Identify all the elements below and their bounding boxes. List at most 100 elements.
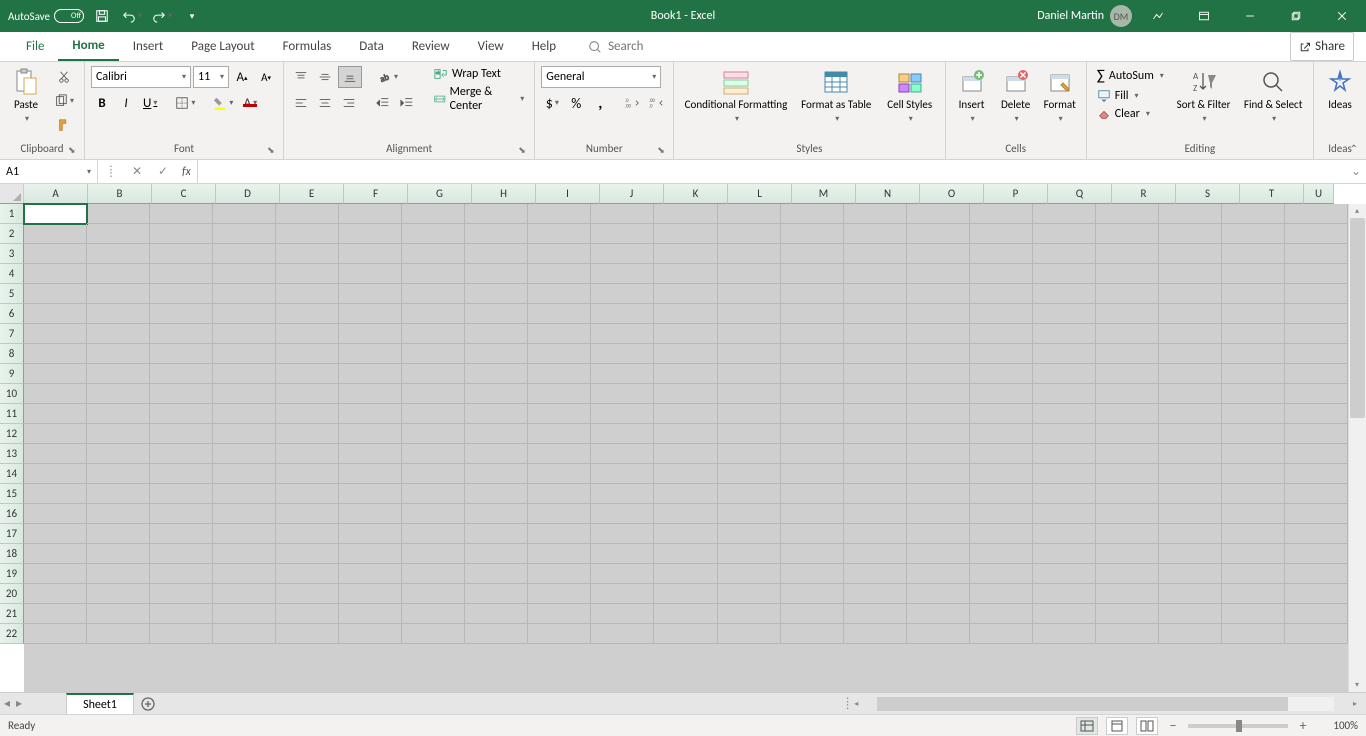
cell-S11[interactable] [1159, 404, 1222, 424]
cell-C18[interactable] [150, 544, 213, 564]
cell-N3[interactable] [844, 244, 907, 264]
cell-O10[interactable] [907, 384, 970, 404]
cell-L19[interactable] [718, 564, 781, 584]
cell-P3[interactable] [970, 244, 1033, 264]
increase-font-button[interactable]: A▴ [231, 66, 253, 88]
cell-R4[interactable] [1096, 264, 1159, 284]
cell-L8[interactable] [718, 344, 781, 364]
zoom-out-button[interactable]: − [1166, 717, 1180, 734]
cell-A12[interactable] [24, 424, 87, 444]
find-select-button[interactable]: Find & Select ▾ [1239, 66, 1307, 128]
accounting-format-button[interactable]: $▾ [541, 92, 563, 114]
cell-J10[interactable] [591, 384, 654, 404]
cell-J17[interactable] [591, 524, 654, 544]
cell-L10[interactable] [718, 384, 781, 404]
cell-D17[interactable] [213, 524, 276, 544]
column-header-S[interactable]: S [1176, 184, 1240, 204]
cell-B7[interactable] [87, 324, 150, 344]
zoom-level[interactable]: 100% [1318, 719, 1358, 732]
cell-E9[interactable] [276, 364, 339, 384]
cell-J14[interactable] [591, 464, 654, 484]
cell-S3[interactable] [1159, 244, 1222, 264]
cell-B8[interactable] [87, 344, 150, 364]
cell-M8[interactable] [781, 344, 844, 364]
cell-M17[interactable] [781, 524, 844, 544]
cell-I4[interactable] [528, 264, 591, 284]
cell-J11[interactable] [591, 404, 654, 424]
cell-S7[interactable] [1159, 324, 1222, 344]
cell-N6[interactable] [844, 304, 907, 324]
cell-L12[interactable] [718, 424, 781, 444]
cell-B20[interactable] [87, 584, 150, 604]
column-header-L[interactable]: L [728, 184, 792, 204]
cell-F10[interactable] [339, 384, 402, 404]
cell-L14[interactable] [718, 464, 781, 484]
cell-N8[interactable] [844, 344, 907, 364]
cell-C2[interactable] [150, 224, 213, 244]
cell-Q5[interactable] [1033, 284, 1096, 304]
cell-H13[interactable] [465, 444, 528, 464]
cell-E6[interactable] [276, 304, 339, 324]
cell-I5[interactable] [528, 284, 591, 304]
font-name-selector[interactable]: Calibri▾ [91, 66, 191, 88]
cell-S8[interactable] [1159, 344, 1222, 364]
cell-N13[interactable] [844, 444, 907, 464]
clear-button[interactable]: Clear ▾ [1093, 106, 1168, 122]
tab-page-layout[interactable]: Page Layout [177, 32, 268, 61]
cell-Q7[interactable] [1033, 324, 1096, 344]
scroll-left-icon[interactable]: ◂ [849, 697, 863, 711]
row-header-5[interactable]: 5 [0, 284, 24, 304]
cell-N15[interactable] [844, 484, 907, 504]
cell-A22[interactable] [24, 624, 87, 644]
cell-S19[interactable] [1159, 564, 1222, 584]
cell-F22[interactable] [339, 624, 402, 644]
row-header-22[interactable]: 22 [0, 624, 24, 644]
cell-D14[interactable] [213, 464, 276, 484]
cell-O19[interactable] [907, 564, 970, 584]
cell-F8[interactable] [339, 344, 402, 364]
cell-E13[interactable] [276, 444, 339, 464]
font-size-selector[interactable]: 11▾ [193, 66, 229, 88]
search-input[interactable] [608, 39, 688, 54]
cell-E21[interactable] [276, 604, 339, 624]
cell-N5[interactable] [844, 284, 907, 304]
cell-N17[interactable] [844, 524, 907, 544]
cell-F1[interactable] [339, 204, 402, 224]
cell-Q1[interactable] [1033, 204, 1096, 224]
cell-B18[interactable] [87, 544, 150, 564]
cell-F21[interactable] [339, 604, 402, 624]
cell-E16[interactable] [276, 504, 339, 524]
cell-M6[interactable] [781, 304, 844, 324]
cell-C12[interactable] [150, 424, 213, 444]
cell-C3[interactable] [150, 244, 213, 264]
cell-R7[interactable] [1096, 324, 1159, 344]
cell-J22[interactable] [591, 624, 654, 644]
cell-grid[interactable] [24, 204, 1348, 692]
cell-R3[interactable] [1096, 244, 1159, 264]
sheet-tab-sheet1[interactable]: Sheet1 [66, 693, 134, 714]
cell-L11[interactable] [718, 404, 781, 424]
column-header-Q[interactable]: Q [1048, 184, 1112, 204]
column-header-U[interactable]: U [1304, 184, 1334, 204]
cell-J16[interactable] [591, 504, 654, 524]
cell-O22[interactable] [907, 624, 970, 644]
cell-R17[interactable] [1096, 524, 1159, 544]
cell-F4[interactable] [339, 264, 402, 284]
cell-S18[interactable] [1159, 544, 1222, 564]
coming-soon-icon[interactable] [1138, 0, 1178, 32]
cell-O12[interactable] [907, 424, 970, 444]
cell-S20[interactable] [1159, 584, 1222, 604]
cell-F19[interactable] [339, 564, 402, 584]
cell-D12[interactable] [213, 424, 276, 444]
cell-T11[interactable] [1222, 404, 1285, 424]
cell-I3[interactable] [528, 244, 591, 264]
vertical-scroll-thumb[interactable] [1350, 218, 1365, 418]
column-header-A[interactable]: A [24, 184, 88, 204]
cell-F11[interactable] [339, 404, 402, 424]
cell-Q2[interactable] [1033, 224, 1096, 244]
cell-M12[interactable] [781, 424, 844, 444]
cell-U10[interactable] [1285, 384, 1348, 404]
cell-N2[interactable] [844, 224, 907, 244]
column-header-H[interactable]: H [472, 184, 536, 204]
cell-N20[interactable] [844, 584, 907, 604]
